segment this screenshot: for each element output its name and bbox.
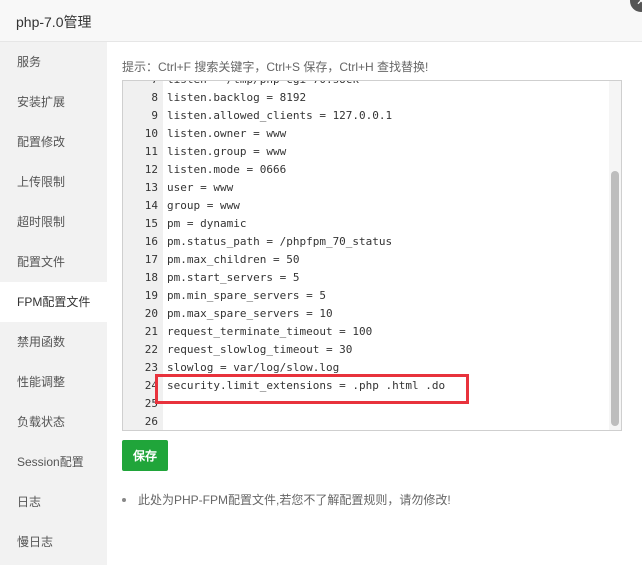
sidebar-item[interactable]: 禁用函数 [0,322,107,362]
line-number: 9 [151,109,158,122]
code-line[interactable]: 21 request_terminate_timeout = 100 [123,323,609,341]
bullet-icon [122,497,126,502]
code-text[interactable]: user = www [167,179,233,197]
code-line[interactable]: 19 pm.min_spare_servers = 5 [123,287,609,305]
code-text[interactable]: listen.mode = 0666 [167,161,286,179]
config-note: 此处为PHP-FPM配置文件,若您不了解配置规则，请勿修改! [122,491,451,508]
code-line[interactable]: 15 pm = dynamic [123,215,609,233]
code-text[interactable]: listen.group = www [167,143,286,161]
line-number: 20 [144,307,158,320]
line-number: 19 [144,289,158,302]
line-number: 10 [144,127,158,140]
line-number: 22 [144,343,158,356]
line-number: 15 [144,217,158,230]
sidebar: 服务 安装扩展 配置修改 上传限制 超时限制 配置文件 FPM配置文件 禁用函数 性能调整 负载状… [0,42,107,565]
save-button[interactable]: 保存 [122,440,168,471]
line-number: 11 [144,145,158,158]
code-line[interactable]: 18 pm.start_servers = 5 [123,269,609,287]
sidebar-item[interactable]: 配置修改 [0,122,107,162]
line-number: 7 [123,81,158,89]
line-number: 23 [144,361,158,374]
line-number: 21 [144,325,158,338]
sidebar-item[interactable]: 负载状态 [0,402,107,442]
line-number: 25 [144,397,158,410]
code-text[interactable]: listen = /tmp/php-cgi-70.sock [167,81,359,89]
line-number: 13 [144,181,158,194]
sidebar-item[interactable]: FPM配置文件 [0,282,107,322]
code-line[interactable]: 13 user = www [123,179,609,197]
editor-scrollbar[interactable] [609,81,621,430]
code-text[interactable]: listen.owner = www [167,125,286,143]
line-number: 14 [144,199,158,212]
sidebar-item[interactable]: 超时限制 [0,202,107,242]
line-number: 8 [151,91,158,104]
code-text[interactable]: pm.max_spare_servers = 10 [167,305,333,323]
sidebar-item[interactable]: 慢日志 [0,522,107,562]
code-line[interactable]: 14 group = www [123,197,609,215]
sidebar-item[interactable]: Session配置 [0,442,107,482]
close-icon[interactable]: ✕ [630,0,642,12]
code-text[interactable]: pm.min_spare_servers = 5 [167,287,326,305]
code-text[interactable]: group = www [167,197,240,215]
line-number: 26 [144,415,158,428]
code-line[interactable]: 8 listen.backlog = 8192 [123,89,609,107]
config-note-text: 此处为PHP-FPM配置文件,若您不了解配置规则，请勿修改! [138,493,451,507]
code-text[interactable]: pm.max_children = 50 [167,251,299,269]
code-line[interactable]: 16 pm.status_path = /phpfpm_70_status [123,233,609,251]
sidebar-item[interactable]: 安装扩展 [0,82,107,122]
sidebar-item[interactable]: 性能调整 [0,362,107,402]
code-line[interactable]: 9 listen.allowed_clients = 127.0.0.1 [123,107,609,125]
sidebar-item[interactable]: 配置文件 [0,242,107,282]
line-number: 24 [144,379,158,392]
line-number: 17 [144,253,158,266]
sidebar-item[interactable]: 服务 [0,42,107,82]
sidebar-item[interactable]: 日志 [0,482,107,522]
line-number: 16 [144,235,158,248]
highlight-box [155,374,469,404]
code-text[interactable]: request_terminate_timeout = 100 [167,323,372,341]
window-titlebar: php-7.0管理 ✕ [0,0,642,42]
code-line[interactable]: 17 pm.max_children = 50 [123,251,609,269]
code-line[interactable]: 12 listen.mode = 0666 [123,161,609,179]
code-line[interactable]: 22 request_slowlog_timeout = 30 [123,341,609,359]
line-number: 12 [144,163,158,176]
code-text[interactable]: pm.start_servers = 5 [167,269,299,287]
code-text[interactable]: pm = dynamic [167,215,246,233]
scrollbar-thumb[interactable] [611,171,619,426]
code-text[interactable]: request_slowlog_timeout = 30 [167,341,352,359]
line-number: 18 [144,271,158,284]
code-line[interactable]: 26 [123,413,609,430]
code-text[interactable]: listen.allowed_clients = 127.0.0.1 [167,107,392,125]
window-title: php-7.0管理 [16,14,92,30]
sidebar-item[interactable]: 上传限制 [0,162,107,202]
code-text[interactable]: pm.status_path = /phpfpm_70_status [167,233,392,251]
code-text[interactable]: listen.backlog = 8192 [167,89,306,107]
code-line[interactable]: 10 listen.owner = www [123,125,609,143]
code-line[interactable]: 20 pm.max_spare_servers = 10 [123,305,609,323]
code-line[interactable]: 7 listen = /tmp/php-cgi-70.sock [123,81,609,89]
editor-hint: 提示：Ctrl+F 搜索关键字，Ctrl+S 保存，Ctrl+H 查找替换! [122,60,429,74]
code-line[interactable]: 11 listen.group = www [123,143,609,161]
